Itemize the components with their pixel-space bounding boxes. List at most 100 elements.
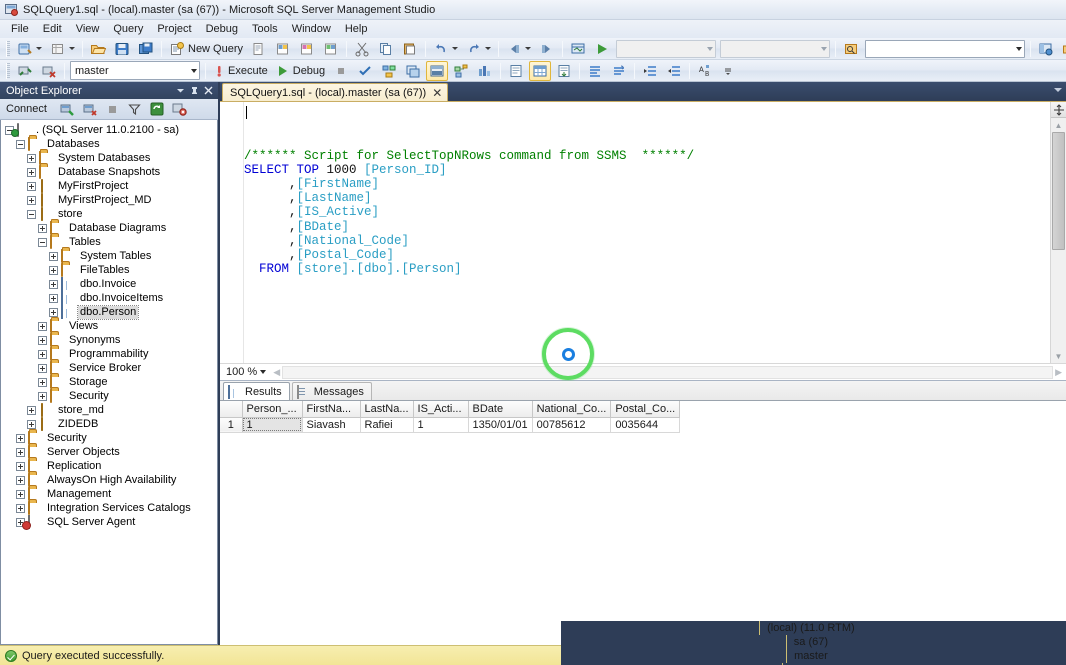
tree-item[interactable]: Storage [1, 375, 217, 389]
new-item-button[interactable] [47, 39, 78, 59]
specify-values-button[interactable]: AB [694, 61, 716, 81]
navigate-forward-button[interactable] [536, 39, 558, 59]
save-button[interactable] [111, 39, 133, 59]
tree-item[interactable]: System Databases [1, 151, 217, 165]
paste-button[interactable] [399, 39, 421, 59]
expand-icon[interactable] [16, 489, 25, 499]
tree-item[interactable]: Views [1, 319, 217, 333]
toolbar-grip[interactable] [6, 62, 10, 79]
uncomment-lines-button[interactable] [608, 61, 630, 81]
save-all-button[interactable] [135, 39, 157, 59]
tree-item[interactable]: dbo.Invoice [1, 277, 217, 291]
results-to-file-button[interactable] [553, 61, 575, 81]
column-header[interactable]: National_Co... [532, 401, 612, 418]
column-header[interactable]: FirstNa... [302, 401, 361, 418]
connect-button[interactable] [14, 61, 36, 81]
toolbar-grip[interactable] [6, 40, 10, 57]
new-query-button[interactable]: New Query [166, 39, 246, 59]
query-options-button[interactable] [402, 61, 424, 81]
tree-item[interactable]: Integration Services Catalogs [1, 501, 217, 515]
indent-button[interactable] [639, 61, 661, 81]
menu-tools[interactable]: Tools [245, 22, 285, 36]
results-to-grid-button[interactable] [426, 60, 449, 81]
table-cell[interactable]: Siavash [302, 417, 361, 433]
filter-icon[interactable] [125, 99, 145, 119]
expand-icon[interactable] [49, 265, 58, 275]
find-scope-button[interactable] [840, 39, 862, 59]
new-project-button[interactable] [14, 39, 45, 59]
disconnect-server-icon[interactable] [80, 99, 101, 119]
column-header[interactable]: IS_Acti... [413, 401, 469, 418]
results-table[interactable]: Person_... FirstNa... LastNa... IS_Acti... B… [220, 401, 681, 433]
expand-icon[interactable] [38, 321, 47, 331]
editor-text-area[interactable]: /****** Script for SelectTopNRows comman… [244, 102, 1050, 363]
tree-item[interactable]: Security [1, 389, 217, 403]
menu-edit[interactable]: Edit [36, 22, 69, 36]
expand-icon[interactable] [27, 181, 36, 191]
results-to-text-button[interactable] [505, 61, 527, 81]
tab-results[interactable]: Results [223, 382, 290, 400]
menu-view[interactable]: View [69, 22, 107, 36]
tree-item[interactable]: Tables [1, 235, 217, 249]
database-selector[interactable]: master [70, 61, 200, 80]
expand-icon[interactable] [38, 223, 47, 233]
grid-corner-cell[interactable] [220, 401, 243, 418]
close-icon[interactable] [201, 84, 215, 98]
copy-button[interactable] [375, 39, 397, 59]
solution-explorer-button[interactable] [1059, 39, 1066, 59]
expand-icon[interactable] [27, 405, 36, 415]
table-cell[interactable]: Rafiei [360, 417, 414, 433]
include-actual-plan-button[interactable] [450, 61, 472, 81]
cut-button[interactable] [351, 39, 373, 59]
parse-button[interactable] [354, 61, 376, 81]
execute-toolbar-button[interactable] [591, 39, 613, 59]
debug-target-combo[interactable] [616, 39, 717, 58]
tab-sqlquery1[interactable]: SQLQuery1.sql - (local).master (sa (67))… [222, 83, 449, 101]
expand-icon[interactable] [38, 377, 47, 387]
menu-project[interactable]: Project [150, 22, 198, 36]
table-row[interactable]: 1 1 Siavash Rafiei 1 1350/01/01 00785612 003564… [220, 417, 681, 433]
results-to-grid-toggle[interactable] [529, 60, 552, 81]
object-explorer-tree[interactable]: . (SQL Server 11.0.2100 - sa) Databases Sy… [0, 120, 218, 645]
expand-icon[interactable] [38, 335, 47, 345]
connect-server-icon[interactable] [57, 99, 78, 119]
new-analysis-query-button[interactable] [272, 39, 294, 59]
column-header[interactable]: BDate [468, 401, 533, 418]
navigate-back-button[interactable] [503, 39, 534, 59]
expand-icon[interactable] [49, 279, 58, 289]
tree-item[interactable]: MyFirstProject [1, 179, 217, 193]
find-input[interactable] [865, 39, 1026, 58]
auto-hide-pin-icon[interactable] [187, 84, 201, 98]
stop-button[interactable] [330, 61, 352, 81]
tree-item[interactable]: dbo.Person [1, 304, 217, 320]
menu-query[interactable]: Query [106, 22, 150, 36]
sql-editor[interactable]: /****** Script for SelectTopNRows comman… [220, 101, 1066, 363]
table-cell[interactable]: 0035644 [610, 417, 681, 433]
tab-messages[interactable]: Messages [291, 382, 372, 400]
tree-item[interactable]: Database Snapshots [1, 165, 217, 179]
expand-icon[interactable] [49, 251, 58, 261]
menu-help[interactable]: Help [338, 22, 375, 36]
toolbar-overflow-button[interactable] [718, 61, 738, 81]
tree-item[interactable]: store [1, 207, 217, 221]
table-cell[interactable]: 1350/01/01 [468, 417, 533, 433]
expand-icon[interactable] [27, 167, 36, 177]
scrollbar-thumb[interactable] [1052, 132, 1065, 250]
connect-label[interactable]: Connect [4, 103, 49, 115]
undo-button[interactable] [430, 39, 461, 59]
tree-item[interactable]: SQL Server Agent [1, 515, 217, 529]
expand-icon[interactable] [27, 195, 36, 205]
row-number[interactable]: 1 [220, 417, 243, 433]
outdent-button[interactable] [663, 61, 685, 81]
expand-icon[interactable] [38, 349, 47, 359]
tree-item[interactable]: Service Broker [1, 361, 217, 375]
table-cell[interactable]: 00785612 [532, 417, 612, 433]
editor-horizontal-scrollbar[interactable] [282, 365, 1054, 379]
tree-item[interactable]: FileTables [1, 263, 217, 277]
collapse-icon[interactable] [16, 139, 25, 149]
menu-debug[interactable]: Debug [199, 22, 245, 36]
table-cell[interactable]: 1 [413, 417, 469, 433]
expand-icon[interactable] [38, 363, 47, 373]
expand-icon[interactable] [16, 433, 25, 443]
zoom-selector[interactable]: 100 % [222, 365, 269, 380]
